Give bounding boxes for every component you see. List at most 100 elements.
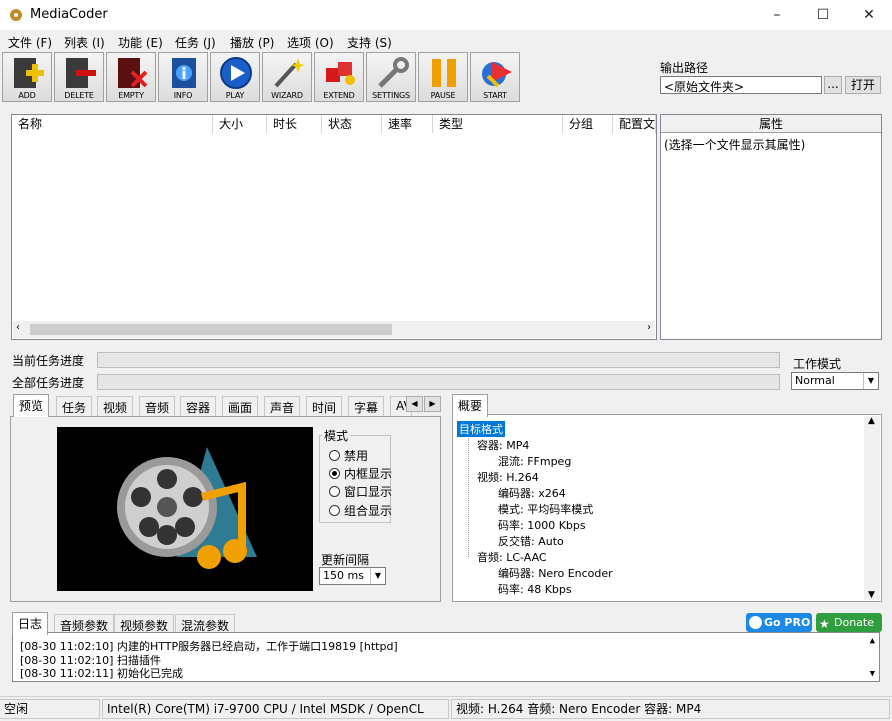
wizard-button[interactable]: WIZARD bbox=[262, 52, 312, 102]
scroll-right-arrow-icon[interactable]: › bbox=[647, 322, 651, 333]
menu-options[interactable]: 选项 (O) bbox=[287, 34, 334, 51]
menu-list[interactable]: 列表 (I) bbox=[64, 34, 105, 51]
tab-container[interactable]: 容器 bbox=[180, 396, 217, 416]
tab-audio-params[interactable]: 音频参数 bbox=[54, 614, 115, 634]
radio-icon bbox=[329, 450, 340, 461]
info-icon bbox=[172, 58, 196, 88]
summary-tree[interactable]: 目标格式 容器: MP4 混流: FFmpeg 视频: H.264 编码器: x… bbox=[452, 414, 882, 602]
work-mode-select[interactable]: Normal ▼ bbox=[791, 372, 879, 390]
browse-button[interactable]: ... bbox=[824, 76, 842, 94]
play-icon bbox=[220, 57, 252, 89]
properties-panel: 属性 (选择一个文件显示其属性) bbox=[660, 114, 882, 340]
column-profile[interactable]: 配置文 bbox=[613, 115, 656, 133]
tab-time[interactable]: 时间 bbox=[306, 396, 343, 416]
tab-task[interactable]: 任务 bbox=[56, 396, 93, 416]
preview-image bbox=[57, 427, 313, 591]
mode-radio-combined[interactable]: 组合显示 bbox=[329, 502, 392, 519]
properties-header: 属性 bbox=[661, 115, 881, 133]
tree-item-video-bitrate[interactable]: 码率: 1000 Kbps bbox=[498, 517, 586, 533]
scroll-up-arrow-icon[interactable]: ▲ bbox=[870, 636, 875, 646]
interval-value: 150 ms bbox=[323, 569, 364, 582]
scroll-left-arrow-icon[interactable]: ‹ bbox=[16, 322, 20, 333]
column-status[interactable]: 状态 bbox=[322, 115, 382, 133]
column-group[interactable]: 分组 bbox=[563, 115, 613, 133]
scroll-down-arrow-icon[interactable]: ▼ bbox=[868, 590, 875, 600]
column-rate[interactable]: 速率 bbox=[382, 115, 433, 133]
tree-item-audio-encoder[interactable]: 编码器: Nero Encoder bbox=[498, 565, 613, 581]
wizard-icon bbox=[274, 58, 305, 88]
tab-picture[interactable]: 画面 bbox=[222, 396, 259, 416]
add-button[interactable]: ADD bbox=[2, 52, 52, 102]
mode-radio-window[interactable]: 窗口显示 bbox=[329, 483, 392, 500]
add-icon bbox=[14, 58, 44, 88]
tab-log[interactable]: 日志 bbox=[12, 612, 49, 635]
column-duration[interactable]: 时长 bbox=[267, 115, 322, 133]
info-label: INFO bbox=[173, 91, 193, 100]
maximize-button[interactable]: ☐ bbox=[800, 0, 846, 30]
go-pro-button[interactable]: Go PRO bbox=[746, 613, 812, 632]
tree-item-video-mode[interactable]: 模式: 平均码率模式 bbox=[498, 501, 593, 517]
extend-label: EXTEND bbox=[323, 91, 355, 100]
work-mode-label: 工作模式 bbox=[793, 357, 842, 371]
play-button[interactable]: PLAY bbox=[210, 52, 260, 102]
menu-task[interactable]: 任务 (J) bbox=[175, 34, 216, 51]
tree-item-target-format[interactable]: 目标格式 bbox=[457, 421, 505, 437]
mode-radio-inner[interactable]: 内框显示 bbox=[329, 465, 392, 482]
tab-mux-params[interactable]: 混流参数 bbox=[175, 614, 236, 634]
tab-scroll-left-button[interactable]: ◀ bbox=[406, 396, 423, 412]
title-bar[interactable]: MediaCoder – ☐ ✕ bbox=[0, 0, 892, 30]
tree-item-video-encoder[interactable]: 编码器: x264 bbox=[498, 485, 566, 501]
tree-item-container[interactable]: 容器: MP4 bbox=[477, 437, 529, 453]
column-size[interactable]: 大小 bbox=[213, 115, 267, 133]
chevron-down-icon: ▼ bbox=[863, 373, 878, 389]
open-folder-button[interactable]: 打开 bbox=[845, 76, 881, 94]
extend-button[interactable]: EXTEND bbox=[314, 52, 364, 102]
file-list[interactable]: 名称 大小 时长 状态 速率 类型 分组 配置文 ‹ › bbox=[11, 114, 657, 340]
tab-audio[interactable]: 音频 bbox=[139, 396, 176, 416]
close-button[interactable]: ✕ bbox=[846, 0, 892, 30]
tab-preview[interactable]: 预览 bbox=[13, 394, 50, 417]
start-label: START bbox=[483, 91, 507, 100]
menu-support[interactable]: 支持 (S) bbox=[347, 34, 392, 51]
output-path-input[interactable]: <原始文件夹> bbox=[660, 76, 822, 94]
tab-scroll-right-button[interactable]: ▶ bbox=[424, 396, 441, 412]
scroll-up-arrow-icon[interactable]: ▲ bbox=[868, 416, 875, 426]
empty-button[interactable]: EMPTY bbox=[106, 52, 156, 102]
tree-item-audio-bitrate[interactable]: 码率: 48 Kbps bbox=[498, 581, 572, 597]
tab-video[interactable]: 视频 bbox=[97, 396, 134, 416]
play-label: PLAY bbox=[225, 91, 245, 100]
info-button[interactable]: INFO bbox=[158, 52, 208, 102]
menu-function[interactable]: 功能 (E) bbox=[118, 34, 163, 51]
minimize-button[interactable]: – bbox=[754, 0, 800, 30]
preview-panel: 模式 禁用 内框显示 窗口显示 组合显示 更新间隔 150 ms ▼ bbox=[10, 416, 441, 602]
log-panel[interactable]: [08-30 11:02:10] 内建的HTTP服务器已经启动，工作于端口198… bbox=[12, 632, 880, 682]
scroll-thumb[interactable] bbox=[30, 324, 392, 335]
tab-subtitle[interactable]: 字幕 bbox=[348, 396, 385, 416]
chevron-down-icon: ▼ bbox=[370, 568, 385, 584]
settings-button[interactable]: SETTINGS bbox=[366, 52, 416, 102]
tab-summary[interactable]: 概要 bbox=[452, 394, 489, 417]
empty-icon bbox=[118, 58, 148, 88]
mode-radio-disable[interactable]: 禁用 bbox=[329, 447, 368, 464]
column-type[interactable]: 类型 bbox=[433, 115, 563, 133]
tree-item-deinterlace[interactable]: 反交错: Auto bbox=[498, 533, 564, 549]
tab-sound[interactable]: 声音 bbox=[264, 396, 301, 416]
tree-item-mux[interactable]: 混流: FFmpeg bbox=[498, 453, 571, 469]
menu-play[interactable]: 播放 (P) bbox=[230, 34, 274, 51]
interval-select[interactable]: 150 ms ▼ bbox=[319, 567, 386, 585]
window-title: MediaCoder bbox=[30, 7, 108, 22]
vertical-scrollbar[interactable]: ▲ ▼ bbox=[864, 416, 880, 600]
start-button[interactable]: START bbox=[470, 52, 520, 102]
status-bar: 空闲 Intel(R) Core(TM) i7-9700 CPU / Intel… bbox=[0, 696, 892, 721]
tab-video-params[interactable]: 视频参数 bbox=[114, 614, 175, 634]
scroll-down-arrow-icon[interactable]: ▼ bbox=[870, 669, 875, 679]
menu-file[interactable]: 文件 (F) bbox=[8, 34, 52, 51]
delete-button[interactable]: DELETE bbox=[54, 52, 104, 102]
donate-button[interactable]: ★ Donate bbox=[816, 613, 882, 632]
tree-item-video[interactable]: 视频: H.264 bbox=[477, 469, 539, 485]
tree-item-audio[interactable]: 音频: LC-AAC bbox=[477, 549, 547, 565]
pause-button[interactable]: PAUSE bbox=[418, 52, 468, 102]
delete-icon bbox=[66, 58, 96, 88]
column-name[interactable]: 名称 bbox=[12, 115, 213, 133]
horizontal-scrollbar[interactable]: ‹ › bbox=[13, 321, 655, 338]
